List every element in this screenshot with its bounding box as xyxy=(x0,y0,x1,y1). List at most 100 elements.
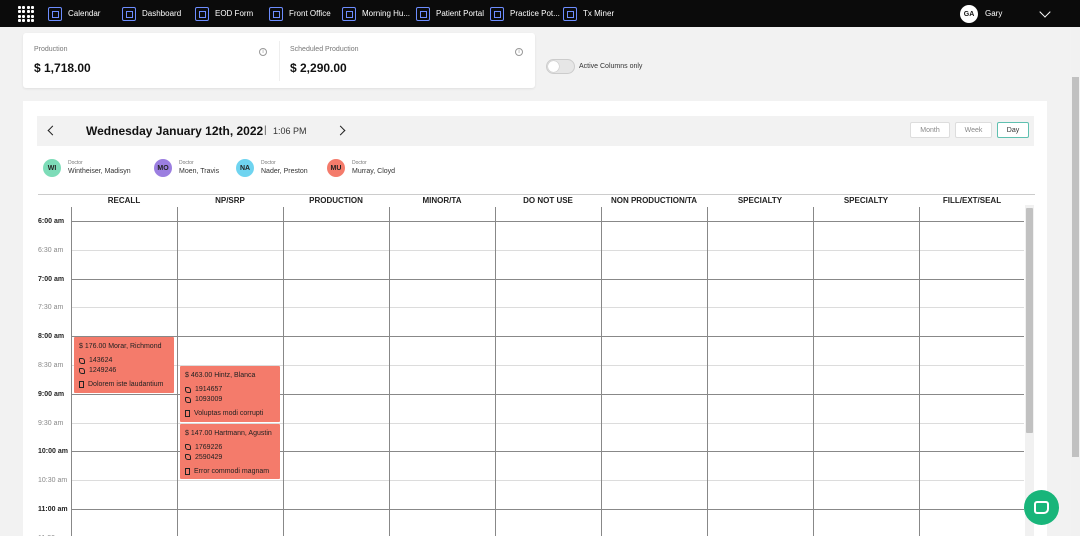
doctor-name: Wintheiser, Madisyn xyxy=(68,168,131,175)
time-label: 7:00 am xyxy=(38,275,65,283)
phone-number: 1769226 xyxy=(195,443,223,451)
nav-item-label: Patient Portal xyxy=(436,9,485,18)
appointment-phone: 143624 xyxy=(79,357,112,364)
view-month-button[interactable]: Month xyxy=(910,122,950,138)
appointment-phone: 1769226 xyxy=(185,444,222,451)
nav-item-practice-pot[interactable]: Practice Pot... xyxy=(490,5,560,22)
column-header: NON PRODUCTION/TA xyxy=(610,196,698,205)
column-header: NP/SRP xyxy=(215,196,245,205)
nav-item-label: EOD Form xyxy=(215,9,254,18)
phone-number: 1914657 xyxy=(195,386,223,393)
appointment-note: Dolorem iste laudantium xyxy=(79,381,164,389)
doctor-name: Murray, Cloyd xyxy=(352,168,396,175)
note-text: Error commodi magnam xyxy=(194,467,270,475)
appointment-note: Error commodi magnam xyxy=(185,467,270,475)
phone-number: 1249246 xyxy=(89,367,117,375)
nav-item-tx-miner[interactable]: Tx Miner xyxy=(563,5,614,22)
phone-icon xyxy=(185,396,191,403)
time-label: 9:00 am xyxy=(38,390,65,398)
nav-item-label: Practice Pot... xyxy=(510,9,560,18)
appointment-phone: 1093009 xyxy=(185,396,222,403)
appointment-card[interactable]: $ 176.00 Morar, Richmond 143624 1249246 Dol… xyxy=(74,337,174,393)
time-gridline xyxy=(71,221,1024,222)
scheduled-production-stat: Scheduled Production $ 2,290.00 i xyxy=(279,33,535,88)
column-gridline xyxy=(601,207,602,536)
column-header: SPECIALTY xyxy=(843,196,889,205)
phone-icon xyxy=(185,454,191,461)
note-text: Dolorem iste laudantium xyxy=(88,381,164,389)
active-columns-label: Active Columns only xyxy=(579,63,643,70)
time-label: 6:00 am xyxy=(38,218,65,225)
appointment-phone: 2590429 xyxy=(185,454,222,461)
phone-icon xyxy=(185,444,191,451)
view-week-button[interactable]: Week xyxy=(955,122,992,138)
phone-icon xyxy=(185,386,191,393)
page-scrollbar[interactable] xyxy=(1071,27,1080,536)
note-text: Voluptas modi corrupti xyxy=(194,410,264,417)
nav-item-label: Calendar xyxy=(68,9,101,18)
time-gridline xyxy=(71,509,1024,510)
page-scroll-thumb[interactable] xyxy=(1072,77,1079,457)
nav-item-label: Tx Miner xyxy=(583,9,615,18)
time-gridline xyxy=(71,480,1024,482)
time-label: 10:30 am xyxy=(38,477,68,485)
production-stat: Production $ 1,718.00 i xyxy=(23,33,279,88)
appointment-title: $ 176.00 Morar, Richmond xyxy=(79,343,162,351)
chat-icon xyxy=(1034,501,1049,514)
column-gridline xyxy=(919,207,920,536)
appointment-title: $ 147.00 Hartmann, Agustin xyxy=(185,429,272,437)
active-columns-toggle[interactable] xyxy=(546,59,575,74)
doctor-role: Doctor xyxy=(261,160,276,166)
column-gridline xyxy=(813,207,814,536)
scheduled-production-value: $ 2,290.00 xyxy=(290,61,347,75)
appointment-phone: 1914657 xyxy=(185,386,222,393)
doctor-role: Doctor xyxy=(352,160,367,166)
doctor-name: Moen, Travis xyxy=(179,168,220,175)
production-summary-card: Production $ 1,718.00 i Scheduled Produc… xyxy=(23,33,535,88)
nav-item-label: Morning Hu... xyxy=(362,9,411,18)
doctor-avatar: MO xyxy=(154,159,172,177)
grid-scroll-thumb[interactable] xyxy=(1026,208,1033,433)
info-icon[interactable]: i xyxy=(515,48,523,56)
column-header: PRODUCTION xyxy=(309,196,363,205)
note-icon xyxy=(185,467,190,475)
doctor-avatar: NA xyxy=(236,159,254,177)
current-time: 1:06 PM xyxy=(273,126,307,136)
nav-item-eod-form[interactable]: EOD Form xyxy=(195,5,253,22)
dashboard-icon xyxy=(122,6,136,21)
chevron-down-icon[interactable] xyxy=(1039,6,1051,18)
chat-launcher-button[interactable] xyxy=(1024,490,1059,525)
nav-item-dashboard[interactable]: Dashboard xyxy=(122,5,181,22)
nav-item-calendar[interactable]: Calendar xyxy=(48,5,100,22)
chevron-left-icon[interactable] xyxy=(47,125,58,136)
phone-number: 1093009 xyxy=(195,396,223,403)
view-day-button[interactable]: Day xyxy=(997,122,1029,138)
appointment-card[interactable]: $ 463.00 Hintz, Blanca 1914657 1093009 Volu… xyxy=(180,366,280,422)
user-name[interactable]: Gary xyxy=(985,9,1002,18)
nav-item-front-office[interactable]: Front Office xyxy=(269,5,331,22)
time-label: 11:00 am xyxy=(38,506,68,513)
date-navigation-bar: Wednesday January 12th, 2022 | 1:06 PM xyxy=(37,116,1034,146)
nav-item-patient-portal[interactable]: Patient Portal xyxy=(416,5,484,22)
phone-icon xyxy=(79,357,85,364)
doctor-avatar: WI xyxy=(43,159,61,177)
date-separator: | xyxy=(264,125,267,136)
phone-number: 2590429 xyxy=(195,453,223,461)
time-label: 8:00 am xyxy=(38,333,65,341)
column-gridline xyxy=(71,207,72,536)
nav-item-morning-hu[interactable]: Morning Hu... xyxy=(342,5,410,22)
schedule-grid[interactable]: $ 176.00 Morar, Richmond 143624 1249246 Dol… xyxy=(71,207,1024,536)
scheduled-production-label: Scheduled Production xyxy=(290,46,359,53)
time-label: 6:30 am xyxy=(38,246,64,254)
apps-grid-icon[interactable] xyxy=(18,6,34,22)
appointment-note: Voluptas modi corrupti xyxy=(185,410,263,417)
user-avatar[interactable]: GA xyxy=(960,5,978,23)
time-label: 9:30 am xyxy=(38,419,64,427)
grid-scrollbar[interactable] xyxy=(1025,205,1034,536)
calendar-panel: Wednesday January 12th, 2022 | 1:06 PM M… xyxy=(23,101,1047,536)
time-label: 10:00 am xyxy=(38,448,68,456)
info-icon[interactable]: i xyxy=(259,48,267,56)
front-office-icon xyxy=(269,6,283,21)
chevron-right-icon[interactable] xyxy=(335,125,346,136)
appointment-card[interactable]: $ 147.00 Hartmann, Agustin 1769226 2590429… xyxy=(180,423,280,480)
